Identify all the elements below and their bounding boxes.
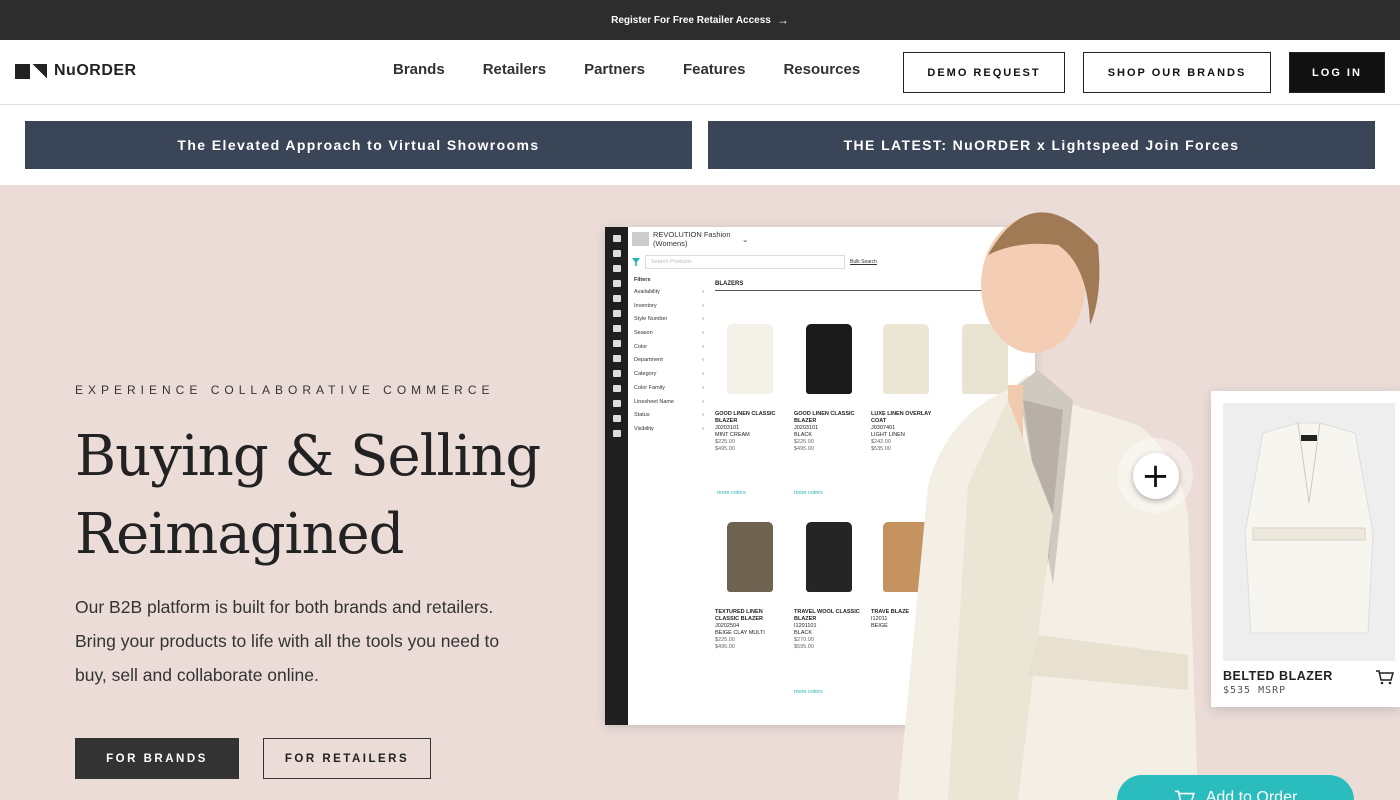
product-tile-color: MINT CREAM [715,432,750,438]
promo-strip: The Elevated Approach to Virtual Showroo… [0,105,1400,185]
filter-item: Visibility ‹ [634,425,704,432]
product-tile-sku: J0202504 [715,623,740,629]
logo-text: NuORDER [54,62,137,79]
product-card[interactable]: BELTED BLAZER $535 MSRP [1211,391,1400,707]
filter-item: Linesheet Name ‹ [634,398,704,405]
product-price: $535 MSRP [1223,685,1287,696]
hero-title: Buying & Selling Reimagined [75,418,555,574]
arrow-right-icon: → [776,13,789,27]
promo-lightspeed[interactable]: THE LATEST: NuORDER x Lightspeed Join Fo… [708,121,1375,169]
product-tile-msrp: $495.00 [715,644,735,650]
nav-item-resources[interactable]: Resources [783,61,860,78]
main-nav: NuORDER Brands Retailers Partners Featur… [0,40,1400,105]
product-tile-wholesale: $225.00 [715,439,735,445]
hero-title-line-1: Buying & Selling [75,424,541,489]
product-tile-msrp: $595.00 [794,644,814,650]
login-button[interactable]: LOG IN [1289,52,1385,93]
product-tile-msrp: $495.00 [715,446,735,452]
filter-item: Inventory ‹ [634,302,704,309]
hero-title-line-2: Reimagined [75,502,405,567]
product-thumbnail [794,319,864,399]
product-thumbnail [715,319,785,399]
product-tile-wholesale: $225.00 [715,637,735,643]
filter-item: Color ‹ [634,343,704,350]
product-tile: TEXTURED LINEN CLASSIC BLAZER J0202504 BEI… [715,517,785,651]
demo-request-button[interactable]: DEMO REQUEST [903,52,1065,93]
product-tile-name: GOOD LINEN CLASSIC BLAZER [715,411,776,424]
more-colors-link: more colors [794,490,823,496]
product-tile-name: TEXTURED LINEN CLASSIC BLAZER [715,609,763,622]
product-tile-name: GOOD LINEN CLASSIC BLAZER [794,411,855,424]
chevron-down-icon: ⌄ [742,234,749,244]
nav-item-brands[interactable]: Brands [393,61,445,78]
product-tile: GOOD LINEN CLASSIC BLAZER J0203101 MINT CR… [715,319,785,453]
product-tile-wholesale: $225.00 [794,439,814,445]
product-tile-sku: I1201101 [794,623,817,629]
for-brands-button[interactable]: FOR BRANDS [75,738,239,779]
product-tile: TRAVEL WOOL CLASSIC BLAZER I1201101 BLACK $… [794,517,864,651]
nav-menu: Brands Retailers Partners Features Resou… [393,61,860,78]
filter-item: Color Family ‹ [634,384,704,391]
product-tile-color: BEIGE CLAY MULTI [715,630,765,636]
belted-blazer-image [1223,403,1395,661]
plus-icon: + [1132,452,1179,499]
product-name: BELTED BLAZER [1223,669,1333,683]
product-tile-msrp: $495.00 [794,446,814,452]
cart-icon[interactable] [1375,669,1395,685]
app-store-header: REVOLUTION Fashion (Womens) ⌄ [632,230,748,248]
more-colors-link: more colors [717,490,746,496]
store-thumbnail [632,232,649,246]
product-tile-color: BLACK [794,630,813,636]
app-filters: Filters Availability ‹ Inventory ‹ Style N… [634,277,704,440]
product-tile: GOOD LINEN CLASSIC BLAZER J0203101 BLACK $2… [794,319,864,453]
product-tile-color: BLACK [794,432,813,438]
filter-item: Category ‹ [634,371,704,378]
app-search-input: Search Products [645,255,845,269]
product-tile-name: TRAVEL WOOL CLASSIC BLAZER [794,609,860,622]
filters-title: Filters [634,277,651,283]
logo-mark-icon [15,63,47,79]
filter-item: Style Number ‹ [634,316,704,323]
filter-item: Availability ‹ [634,289,704,295]
filter-icon [632,258,640,266]
product-tile-sku: J0203101 [715,425,740,431]
add-product-hotspot[interactable]: + [1118,438,1193,513]
nav-item-features[interactable]: Features [683,61,746,78]
nav-item-partners[interactable]: Partners [584,61,645,78]
filter-item: Season ‹ [634,330,704,337]
product-thumbnail [715,517,785,597]
for-retailers-button[interactable]: FOR RETAILERS [263,738,431,779]
app-sidebar [605,227,628,725]
add-to-order-label: Add to Order [1205,789,1298,800]
nuorder-logo[interactable]: NuORDER [15,62,137,80]
filter-item: Status ‹ [634,412,704,419]
cart-icon [1174,790,1195,800]
product-tile-sku: J0203101 [794,425,819,431]
store-name: REVOLUTION Fashion (Womens) [653,230,731,248]
filter-item: Department ‹ [634,357,704,364]
retailer-access-link[interactable]: Register For Free Retailer Access [611,15,771,26]
app-search-row: Search Products Bulk Search [632,255,877,269]
retailer-access-banner[interactable]: Register For Free Retailer Access → [0,0,1400,40]
more-colors-link: more colors [794,689,823,695]
hero-eyebrow: EXPERIENCE COLLABORATIVE COMMERCE [75,383,495,397]
product-tile-wholesale: $270.00 [794,637,814,643]
product-thumbnail [794,517,864,597]
add-to-order-button[interactable]: Add to Order [1117,775,1354,800]
nav-item-retailers[interactable]: Retailers [483,61,546,78]
hero-description: Our B2B platform is built for both brand… [75,597,500,685]
promo-virtual-showrooms[interactable]: The Elevated Approach to Virtual Showroo… [25,121,692,169]
shop-our-brands-button[interactable]: SHOP OUR BRANDS [1083,52,1271,93]
